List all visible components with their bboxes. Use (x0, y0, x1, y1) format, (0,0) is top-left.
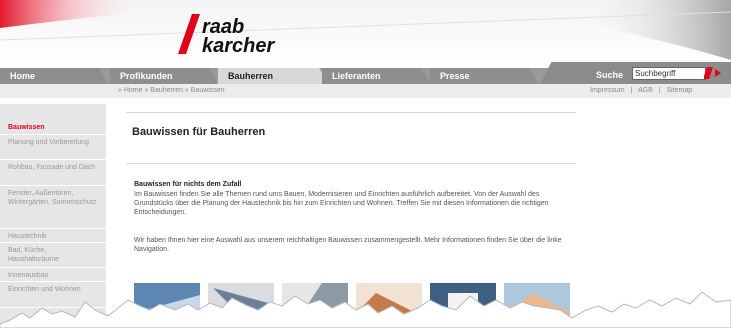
utility-link-agb[interactable]: AGB (638, 87, 653, 94)
arrow-right-icon[interactable] (704, 65, 726, 81)
logo-slash-icon (178, 14, 200, 54)
tab-presse[interactable]: Presse (430, 68, 538, 84)
page-title: Bauwissen für Bauherren (132, 126, 266, 138)
utility-links: Impressum | AGB | Sitemap (590, 86, 696, 96)
sidebar-item-haustechnik[interactable]: Haustechnik (0, 230, 106, 243)
sidebar-item-planung[interactable]: Planung und Vorbereitung (0, 136, 106, 160)
search-label: Suche (596, 70, 624, 80)
selection-paragraph: Wir haben Ihnen hier eine Auswahl aus un… (134, 237, 562, 253)
sidebar-item-bad-kueche[interactable]: Bad, Küche, Haushaltsräume (0, 244, 106, 268)
tab-bauherren[interactable]: Bauherren (218, 68, 328, 84)
tab-lieferanten[interactable]: Lieferanten (322, 68, 430, 84)
divider (126, 163, 576, 164)
utility-link-sitemap[interactable]: Sitemap (667, 87, 693, 94)
utility-link-impressum[interactable]: Impressum (590, 87, 625, 94)
sidebar-item-fenster[interactable]: Fenster, Außentüren, Wintergärten, Sonne… (0, 187, 106, 229)
search-input[interactable] (632, 67, 706, 80)
intro-paragraph: Im Bauwissen finden Sie alle Themen rund… (134, 191, 549, 216)
tab-profikunden[interactable]: Profikunden (110, 68, 218, 84)
tab-home[interactable]: Home (0, 68, 108, 84)
sidebar-item-bauwissen[interactable]: Bauwissen (0, 121, 106, 135)
sidebar-item-rohbau[interactable]: Rohbau, Fassade und Dach (0, 161, 106, 186)
page-header: raab karcher (0, 0, 731, 68)
logo-text-line2: karcher (202, 35, 275, 57)
utility-separator: | (630, 87, 633, 94)
utility-separator: | (658, 87, 661, 94)
breadcrumb[interactable]: » Home » Bauherren » Bauwissen (118, 86, 225, 96)
header-swoosh-decoration (0, 0, 731, 60)
divider (126, 112, 576, 113)
brand-logo[interactable]: raab karcher (178, 10, 308, 60)
intro-heading: Bauwissen für nichts dem Zufall (134, 181, 242, 188)
logo-text-line1: raab (202, 16, 245, 38)
torn-edge-decoration (0, 291, 731, 328)
